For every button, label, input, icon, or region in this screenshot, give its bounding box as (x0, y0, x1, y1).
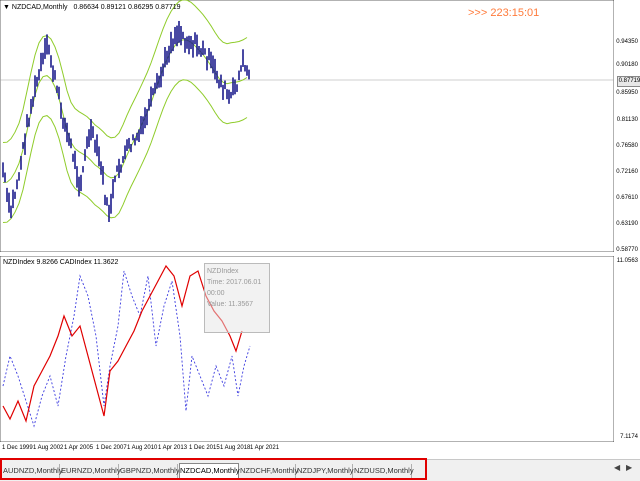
tab-eurnzd[interactable]: EURNZD,Monthly (61, 464, 121, 478)
time-tick: 1 Aug 2018 (220, 445, 251, 451)
price-tick: 0.67610 (616, 195, 638, 201)
indicator-bottom-value: 7.1174 (620, 434, 638, 440)
price-tick: 0.81130 (616, 117, 638, 123)
price-tick: 0.72160 (616, 169, 638, 175)
tooltip-title: NZDIndex (207, 268, 239, 275)
price-tick: 0.58770 (616, 247, 638, 253)
scroll-right-icon[interactable]: ▶ (626, 463, 632, 472)
price-scale[interactable]: 0.94350 0.90180 0.85950 0.81130 0.76580 … (614, 0, 640, 442)
countdown-timer: >>> 223:15:01 (468, 7, 540, 19)
ohlc-values: 0.86634 0.89121 0.86295 0.87719 (73, 4, 181, 11)
time-tick: 1 Aug 2002 (33, 445, 64, 451)
current-price-label: 0.87719 (617, 76, 640, 87)
tab-gbpnzd[interactable]: GBPNZD,Monthly (120, 464, 180, 478)
chart-tab-bar: AUDNZD,Monthly EURNZD,Monthly GBPNZD,Mon… (0, 459, 640, 481)
indicator-pane[interactable] (0, 255, 615, 443)
tab-nzdusd[interactable]: NZDUSD,Monthly (354, 464, 414, 478)
price-chart[interactable] (0, 0, 615, 253)
time-tick: 1 Apr 2021 (250, 445, 280, 451)
price-tick: 0.85950 (616, 90, 638, 96)
symbol-name: NZDCAD,Monthly (11, 4, 68, 11)
time-tick: 1 Aug 2010 (127, 445, 158, 451)
indicator-header: NZDIndex 9.8266 CADIndex 11.3622 (3, 259, 119, 266)
price-tick: 0.94350 (616, 39, 638, 45)
price-tick: 0.63190 (616, 221, 638, 227)
scroll-left-icon[interactable]: ◀ (614, 463, 620, 472)
dropdown-triangle-icon[interactable]: ▼ (3, 4, 10, 11)
tab-nzdcad[interactable]: NZDCAD,Monthly (179, 463, 240, 480)
tab-nzdjpy[interactable]: NZDJPY,Monthly (297, 464, 354, 478)
time-tick: 1 Dec 1999 (2, 445, 33, 451)
time-tick: 1 Apr 2005 (64, 445, 94, 451)
indicator-top-value: 11.0563 (616, 258, 638, 264)
tab-nzdchf[interactable]: NZDCHF,Monthly (240, 464, 298, 478)
time-tick: 1 Dec 2015 (189, 445, 220, 451)
tooltip-time: Time: 2017.06.01 00:00 (207, 279, 262, 297)
crosshair-tooltip: NZDIndex Time: 2017.06.01 00:00 Value: 1… (204, 263, 270, 333)
time-tick: 1 Dec 2007 (96, 445, 127, 451)
indicator-chart[interactable] (0, 255, 615, 443)
tooltip-value: Value: 11.3567 (207, 301, 254, 308)
symbol-header: ▼ NZDCAD,Monthly 0.86634 0.89121 0.86295… (3, 4, 181, 11)
tab-audnzd[interactable]: AUDNZD,Monthly (3, 464, 63, 478)
price-tick: 0.90180 (616, 62, 638, 68)
price-tick: 0.76580 (616, 143, 638, 149)
price-chart-pane[interactable] (0, 0, 615, 253)
time-tick: 1 Apr 2013 (158, 445, 188, 451)
